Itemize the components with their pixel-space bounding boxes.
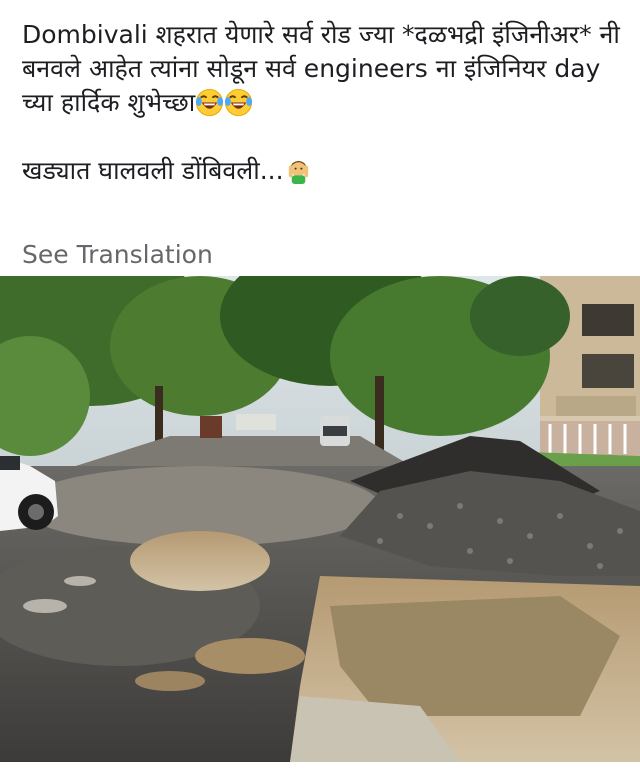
post-paragraph-2: खड्यात घालवली डोंबिवली... — [22, 154, 622, 188]
laughing-tears-emoji-icon — [196, 88, 224, 117]
see-translation-link[interactable]: See Translation — [22, 240, 213, 269]
post-photo[interactable] — [0, 276, 640, 762]
post-paragraph-1: Dombivali शहरात येणारे सर्व रोड ज्या *दळ… — [22, 18, 622, 120]
laughing-tears-emoji-icon — [225, 88, 253, 117]
post-line-1-text: Dombivali शहरात येणारे सर्व रोड ज्या *दळ… — [22, 20, 620, 117]
post-line-2-text: खड्यात घालवली डोंबिवली... — [22, 156, 284, 185]
potholed-road-photo-icon — [0, 276, 640, 762]
person-facepalm-emoji-icon — [288, 160, 308, 185]
post-text: Dombivali शहरात येणारे सर्व रोड ज्या *दळ… — [22, 18, 622, 188]
